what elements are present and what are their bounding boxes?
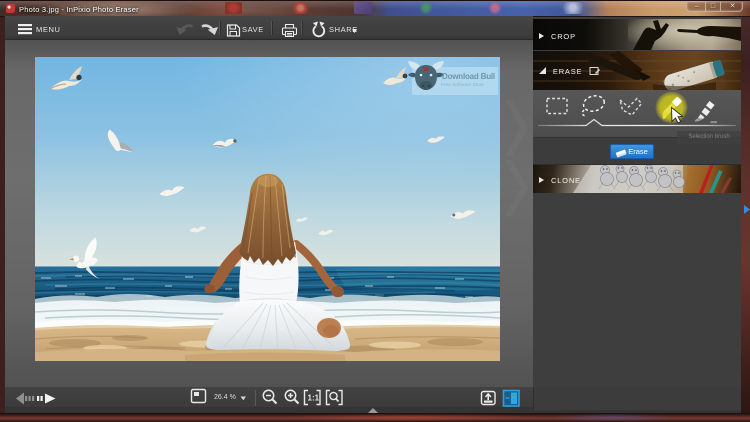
svg-text:Download Bull: Download Bull bbox=[442, 72, 495, 81]
svg-text:1:1: 1:1 bbox=[308, 394, 320, 403]
svg-text:Free Software Store: Free Software Store bbox=[441, 82, 484, 88]
